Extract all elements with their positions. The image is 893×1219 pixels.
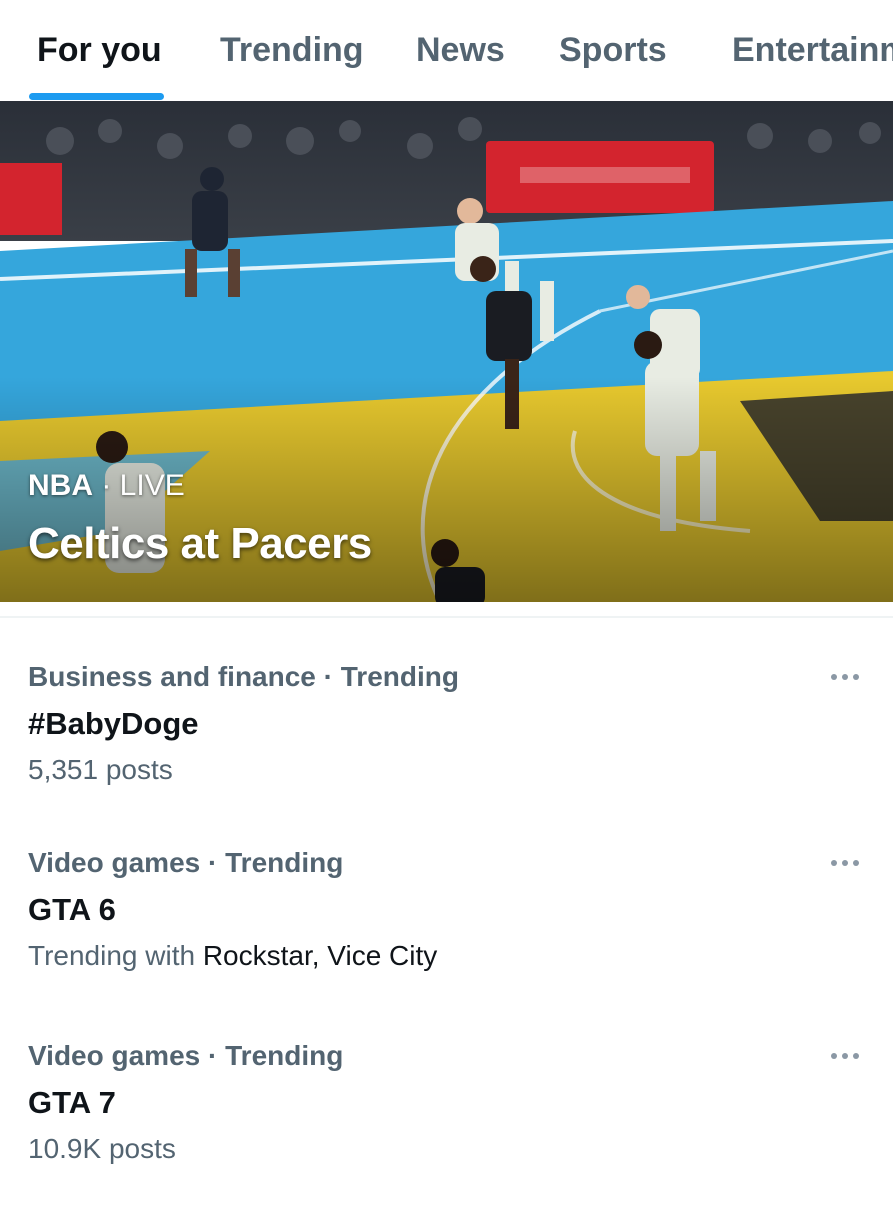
live-event-hero[interactable]: NBA · LIVE Celtics at Pacers	[0, 101, 893, 602]
trend-post-count: 5,351 posts	[28, 754, 173, 785]
tab-news[interactable]: News	[416, 30, 505, 70]
hero-event-meta: NBA · LIVE	[28, 469, 185, 503]
trend-name: #BabyDoge	[28, 706, 199, 741]
tab-trending[interactable]: Trending	[220, 30, 364, 70]
ellipsis-icon[interactable]	[822, 848, 868, 878]
trend-context: Video games · Trending	[28, 847, 344, 878]
hero-live-status: LIVE	[119, 469, 185, 502]
trend-post-count: 10.9K posts	[28, 1133, 176, 1164]
trend-item[interactable]: Video games · Trending GTA 6 Trending wi…	[0, 846, 893, 1026]
hero-league: NBA	[28, 469, 93, 502]
trend-context: Business and finance · Trending	[28, 661, 459, 692]
explore-tab-bar: For you Trending News Sports Entertainme…	[0, 0, 893, 101]
ellipsis-icon[interactable]	[822, 1041, 868, 1071]
trend-name: GTA 6	[28, 892, 116, 927]
trending-with-label: Trending with	[28, 940, 196, 971]
tab-sports[interactable]: Sports	[559, 30, 667, 70]
trend-context: Video games · Trending	[28, 1040, 344, 1071]
ellipsis-icon[interactable]	[822, 662, 868, 692]
hero-title: Celtics at Pacers	[28, 519, 372, 568]
hero-separator: ·	[93, 469, 120, 502]
trend-item[interactable]: Business and finance · Trending #BabyDog…	[0, 660, 893, 840]
trending-with-names: Rockstar, Vice City	[202, 940, 438, 971]
trend-name: GTA 7	[28, 1085, 116, 1120]
active-tab-indicator	[29, 93, 164, 100]
tab-entertainment[interactable]: Entertainment	[732, 30, 893, 70]
trend-item[interactable]: Video games · Trending GTA 7 10.9K posts	[0, 1039, 893, 1219]
tab-for-you[interactable]: For you	[37, 30, 162, 70]
trend-related: Trending with Rockstar, Vice City	[28, 939, 437, 973]
section-divider	[0, 616, 893, 618]
